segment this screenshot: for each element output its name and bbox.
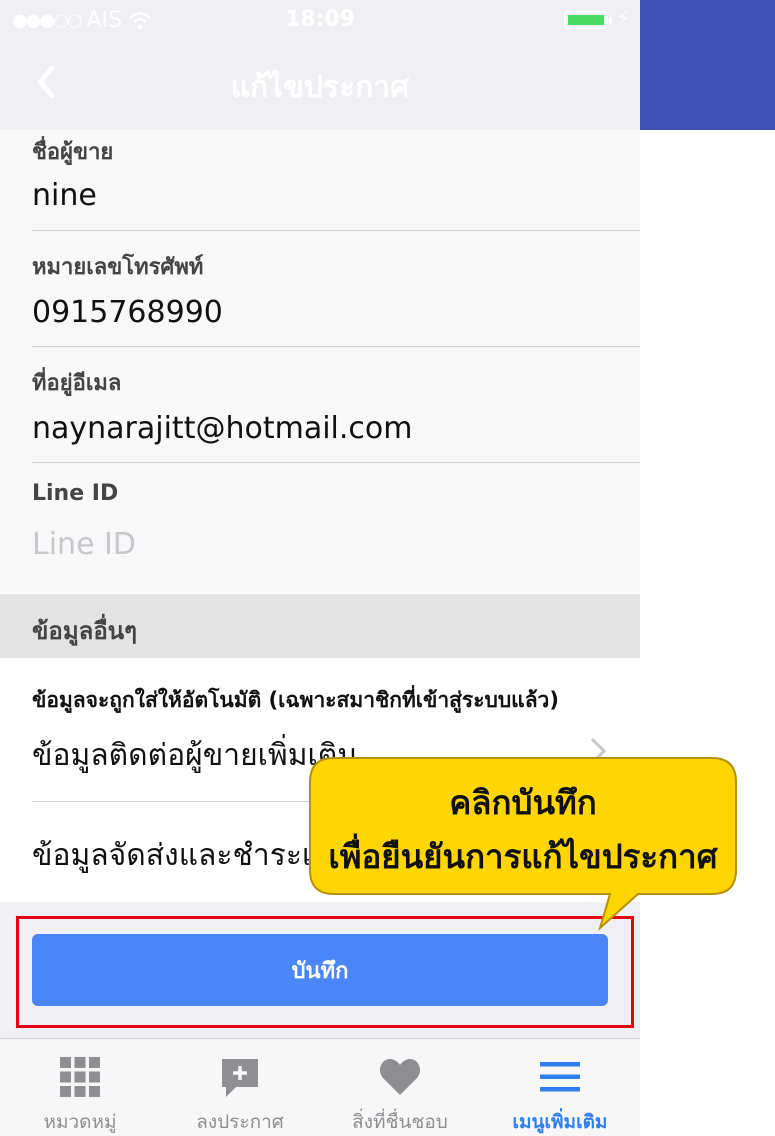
tab-bar: หมวดหมู่ ลงประกาศ สิ่งที่ชื่นชอบ เมนูเพิ… — [0, 1038, 640, 1136]
tab-label: หมวดหมู่ — [43, 1111, 117, 1133]
row-label: ข้อมูลจัดส่งและชำระเงิน — [32, 838, 348, 873]
tab-more-menu[interactable]: เมนูเพิ่มเติม — [480, 1039, 640, 1136]
email-label: ที่อยู่อีเมล — [32, 371, 122, 396]
email-field[interactable]: ที่อยู่อีเมล naynarajitt@hotmail.com — [0, 347, 640, 463]
page-title: แก้ไขประกาศ — [230, 70, 410, 105]
add-post-icon — [222, 1059, 258, 1097]
status-time: 18:09 — [284, 7, 356, 32]
line-id-label: Line ID — [32, 481, 119, 506]
seller-name-value[interactable]: nine — [32, 178, 97, 213]
tab-label: สิ่งที่ชื่นชอบ — [352, 1111, 448, 1133]
menu-icon — [540, 1062, 580, 1092]
app-screen: ●●●○○ AIS 18:09 ⚡ แก้ไขประกาศ ชื่อผู้ขาย… — [0, 0, 640, 1136]
status-bar: ●●●○○ AIS 18:09 ⚡ — [0, 0, 640, 40]
email-value[interactable]: naynarajitt@hotmail.com — [32, 411, 412, 446]
charging-icon: ⚡ — [616, 6, 631, 30]
tab-label: ลงประกาศ — [196, 1111, 284, 1133]
navigation-bar: แก้ไขประกาศ — [0, 40, 640, 128]
tab-favorites[interactable]: สิ่งที่ชื่นชอบ — [320, 1039, 480, 1136]
phone-label: หมายเลขโทรศัพท์ — [32, 255, 204, 280]
tab-label: เมนูเพิ่มเติม — [512, 1111, 608, 1133]
phone-value[interactable]: 0915768990 — [32, 295, 223, 330]
line-id-field[interactable]: Line ID Line ID — [0, 463, 640, 594]
highlight-box — [16, 916, 634, 1028]
callout-line-2: เพื่อยืนยันการแก้ไขประกาศ — [328, 837, 718, 876]
grid-icon — [60, 1057, 100, 1097]
section-title: ข้อมูลอื่นๆ — [32, 617, 138, 645]
heart-icon — [379, 1058, 421, 1095]
line-id-input[interactable]: Line ID — [32, 527, 136, 562]
seller-name-label: ชื่อผู้ขาย — [32, 140, 114, 165]
instruction-callout: คลิกบันทึก เพื่อยืนยันการแก้ไขประกาศ — [308, 756, 738, 932]
battery-icon — [564, 11, 612, 29]
callout-line-1: คลิกบันทึก — [449, 783, 597, 822]
seller-name-field[interactable]: ชื่อผู้ขาย nine — [0, 130, 640, 231]
tab-post-ad[interactable]: ลงประกาศ — [160, 1039, 320, 1136]
phone-field[interactable]: หมายเลขโทรศัพท์ 0915768990 — [0, 231, 640, 347]
tab-categories[interactable]: หมวดหมู่ — [0, 1039, 160, 1136]
other-info-header: ข้อมูลอื่นๆ — [0, 594, 640, 658]
